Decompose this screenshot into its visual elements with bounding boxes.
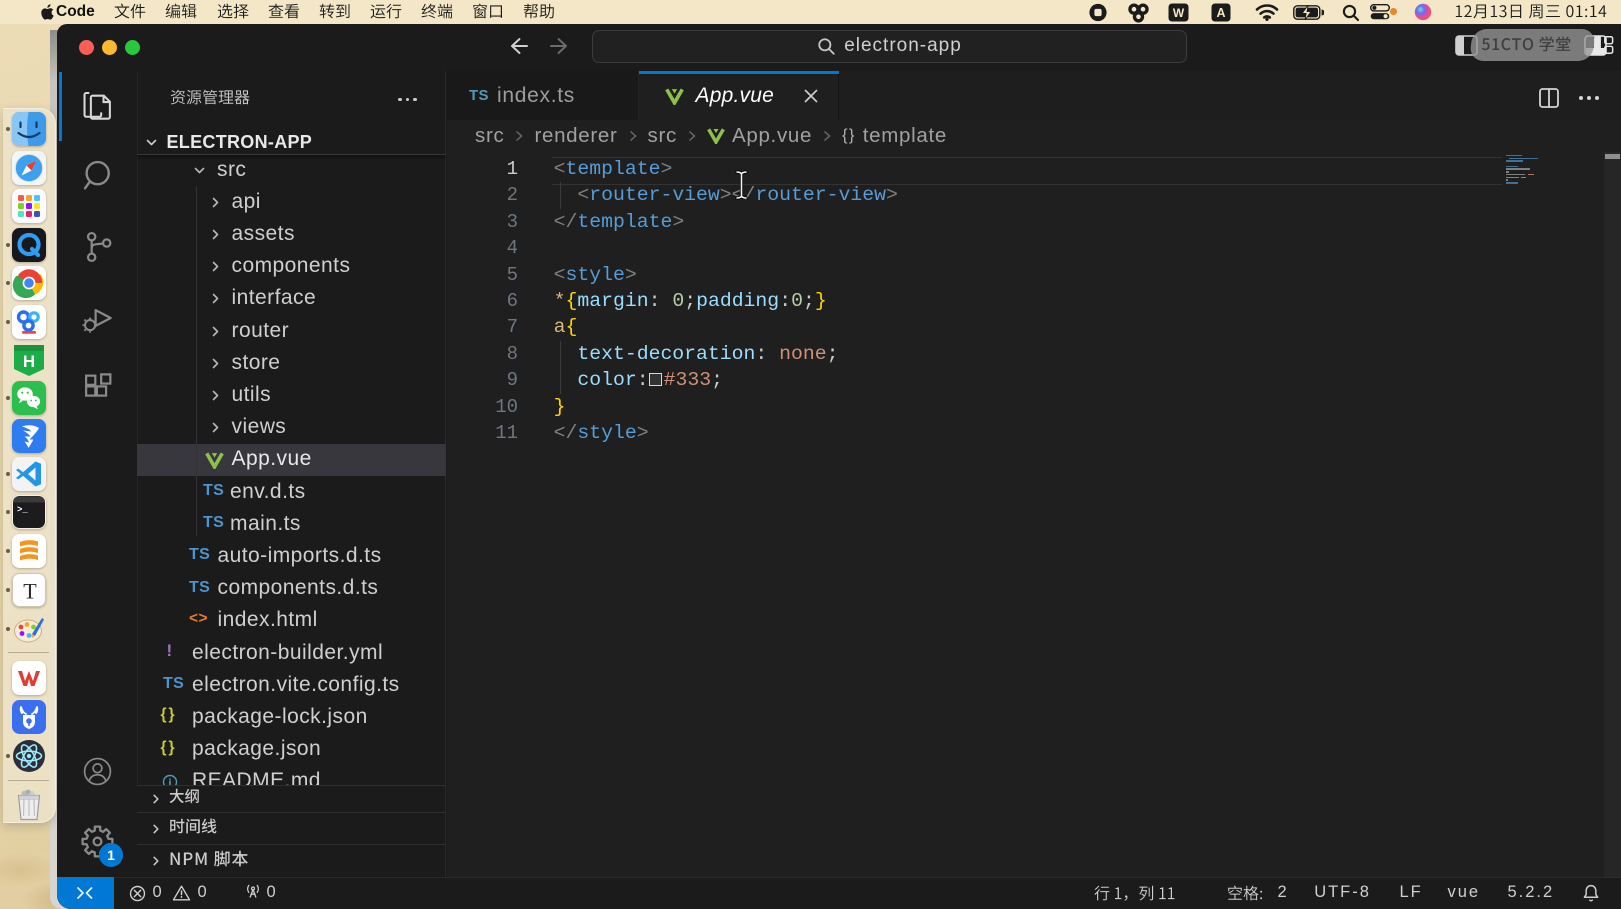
svg-text:A: A	[1216, 6, 1225, 20]
svg-text:W: W	[1173, 6, 1185, 20]
svg-text:>_: >_	[17, 505, 28, 515]
svg-text:H: H	[22, 352, 34, 371]
svg-text:T: T	[23, 579, 37, 604]
